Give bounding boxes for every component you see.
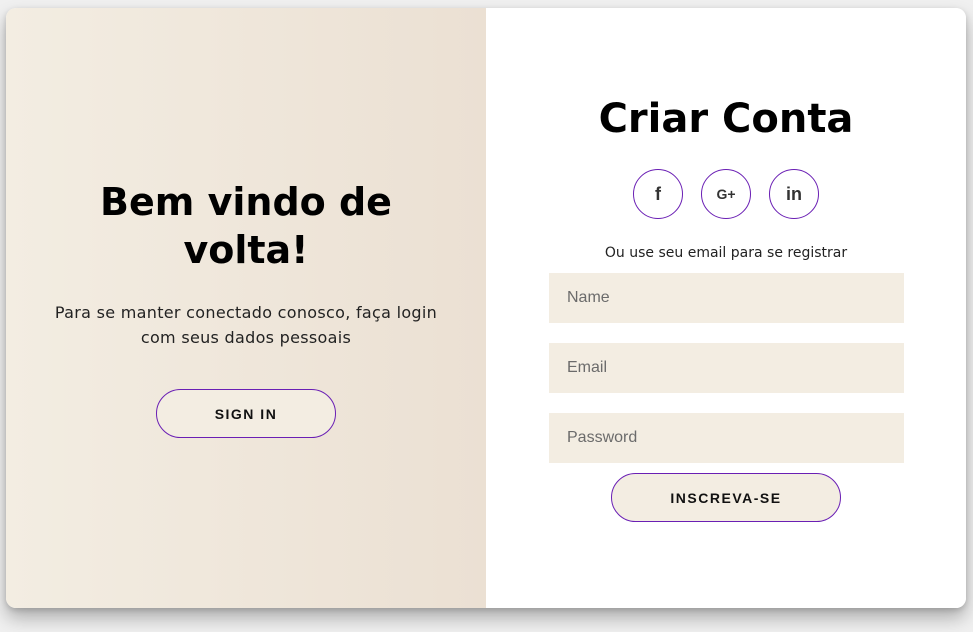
signup-panel: Criar Conta f G+ in Ou use seu email par… <box>486 8 966 608</box>
welcome-panel: Bem vindo de volta! Para se manter conec… <box>6 8 486 608</box>
google-plus-icon[interactable]: G+ <box>701 169 751 219</box>
welcome-title: Bem vindo de volta! <box>100 180 392 272</box>
sign-up-button[interactable]: INSCREVA-SE <box>611 473 841 522</box>
create-account-title: Criar Conta <box>598 96 854 142</box>
sign-in-button[interactable]: SIGN IN <box>156 389 336 438</box>
auth-card: Bem vindo de volta! Para se manter conec… <box>6 8 966 608</box>
google-plus-icon-glyph: G+ <box>716 186 736 202</box>
linkedin-icon[interactable]: in <box>769 169 819 219</box>
name-input[interactable] <box>549 273 904 323</box>
facebook-icon[interactable]: f <box>633 169 683 219</box>
password-input[interactable] <box>549 413 904 463</box>
email-input[interactable] <box>549 343 904 393</box>
email-register-hint: Ou use seu email para se registrar <box>604 245 848 261</box>
facebook-icon-glyph: f <box>655 183 661 204</box>
welcome-text: Para se manter conectado conosco, faça l… <box>54 303 438 347</box>
linkedin-icon-glyph: in <box>786 183 802 204</box>
